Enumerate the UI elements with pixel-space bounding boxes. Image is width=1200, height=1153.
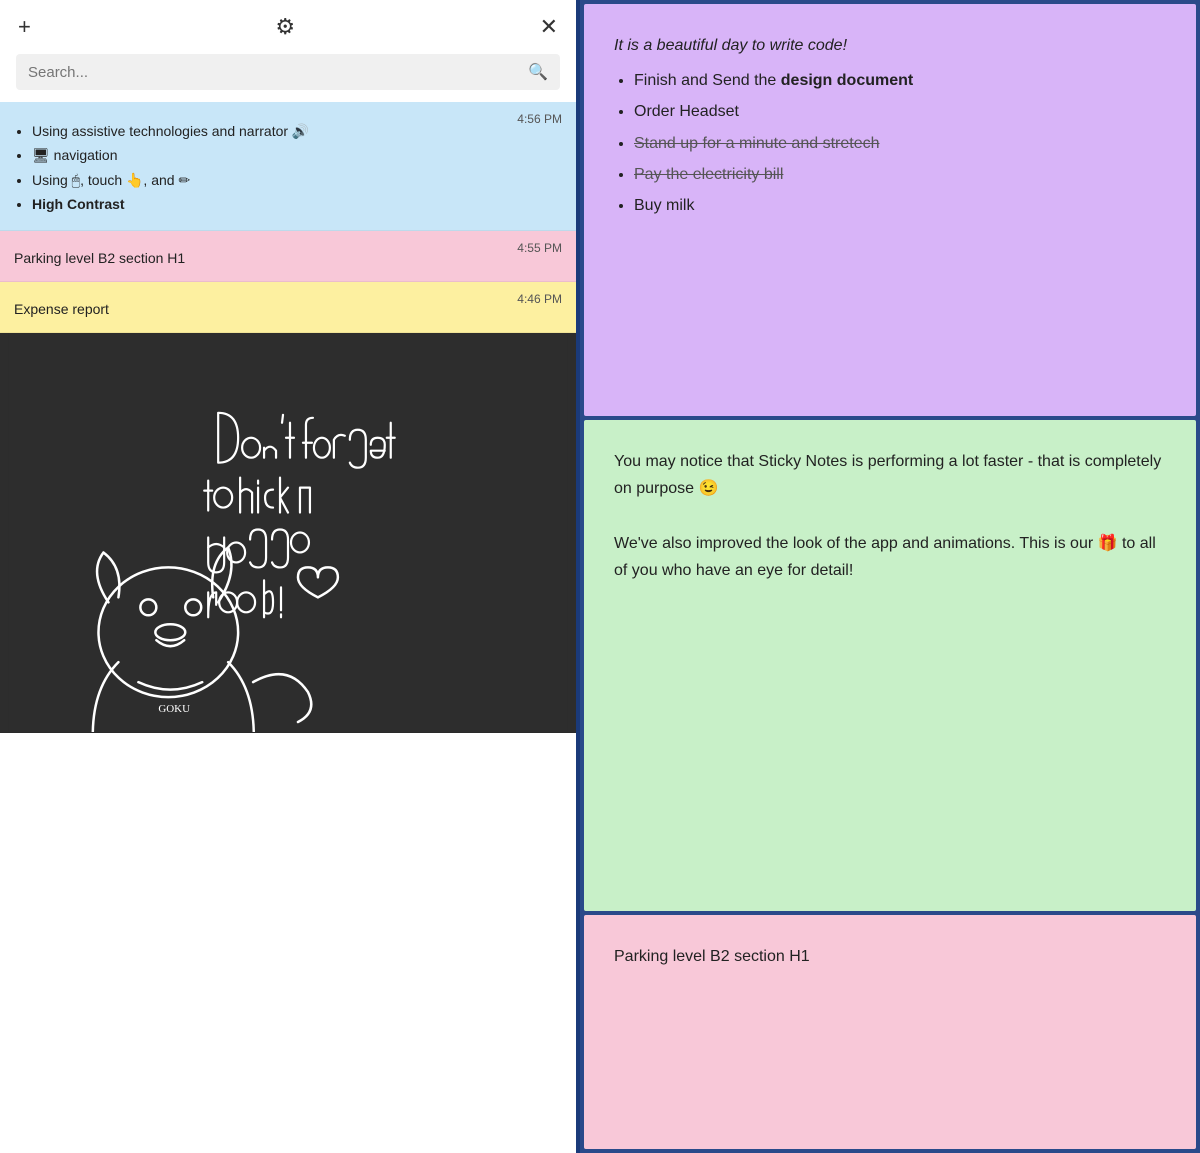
sketch-drawing: GOKU ? <box>0 333 576 732</box>
note-purple[interactable]: It is a beautiful day to write code! Fin… <box>584 4 1196 416</box>
item-headset: Order Headset <box>634 103 739 120</box>
note-content-blue: Using assistive technologies and narrato… <box>14 114 562 216</box>
settings-button[interactable]: ⚙ <box>275 14 295 40</box>
right-panel: It is a beautiful day to write code! Fin… <box>580 0 1200 1153</box>
note-content-yellow: Expense report <box>14 294 562 320</box>
note-time-pink: 4:55 PM <box>517 241 562 255</box>
note-time-yellow: 4:46 PM <box>517 292 562 306</box>
note-green[interactable]: You may notice that Sticky Notes is perf… <box>584 420 1196 911</box>
note-time-blue: 4:56 PM <box>517 112 562 126</box>
item-stretch: Stand up for a minute and stretech <box>634 135 879 152</box>
search-icon: 🔍 <box>528 62 548 82</box>
item-bill: Pay the electricity bill <box>634 166 783 183</box>
note-blue[interactable]: 4:56 PM Using assistive technologies and… <box>0 102 576 231</box>
toolbar: + ⚙ ✕ <box>0 0 576 54</box>
purple-list: Finish and Send the design document Orde… <box>614 67 1166 219</box>
pink-right-text: Parking level B2 section H1 <box>614 943 1166 970</box>
note-content-pink: Parking level B2 section H1 <box>14 243 562 269</box>
search-input[interactable] <box>28 64 528 81</box>
close-button[interactable]: ✕ <box>540 14 558 40</box>
green-para-2: We've also improved the look of the app … <box>614 530 1166 584</box>
note-pink-right[interactable]: Parking level B2 section H1 <box>584 915 1196 1149</box>
note-pink[interactable]: 4:55 PM Parking level B2 section H1 <box>0 231 576 282</box>
search-bar[interactable]: 🔍 <box>16 54 560 90</box>
left-panel: + ⚙ ✕ 🔍 4:56 PM Using assistive technolo… <box>0 0 580 1153</box>
note-dark[interactable]: 4:40 PM <box>0 333 576 733</box>
item-milk: Buy milk <box>634 197 694 214</box>
item-design: Finish and Send the design document <box>634 72 913 89</box>
add-button[interactable]: + <box>18 14 31 40</box>
svg-text:GOKU: GOKU <box>158 703 190 715</box>
note-yellow[interactable]: 4:46 PM Expense report <box>0 282 576 333</box>
notes-list: 4:56 PM Using assistive technologies and… <box>0 102 576 1153</box>
green-para-1: You may notice that Sticky Notes is perf… <box>614 448 1166 502</box>
purple-header: It is a beautiful day to write code! <box>614 32 1166 59</box>
